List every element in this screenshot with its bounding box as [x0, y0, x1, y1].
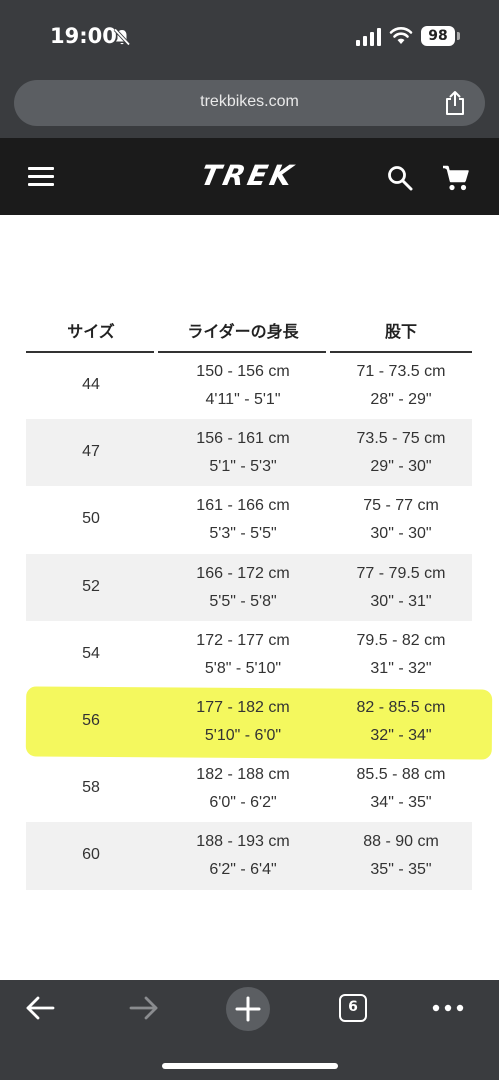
inseam-cm: 85.5 - 88 cm — [356, 766, 446, 784]
address-bar[interactable]: trekbikes.com — [14, 80, 485, 126]
height-ft: 5'1" - 5'3" — [209, 458, 277, 476]
height-cm: 150 - 156 cm — [196, 363, 290, 380]
column-header-inseam: 股下 — [384, 322, 417, 341]
height-cm: 161 - 166 cm — [196, 497, 290, 515]
size-value: 52 — [82, 577, 100, 595]
browser-top-chrome: 19:00 98 trekbikes.com — [0, 0, 499, 138]
size-value: 54 — [82, 644, 100, 662]
height-ft: 5'10" - 6'0" — [204, 726, 282, 744]
table-header: サイズ ライダーの身長 股下 — [26, 310, 472, 353]
height-ft: 5'3" - 5'5" — [209, 525, 277, 543]
size-value: 47 — [82, 443, 100, 461]
height-cm: 172 - 177 cm — [196, 631, 290, 649]
inseam-cm: 73.5 - 75 cm — [356, 430, 446, 448]
inseam-in: 29" - 30" — [370, 458, 432, 476]
table-row: 60 188 - 193 cm 6'2" - 6'4" 88 - 90 cm 3… — [26, 822, 472, 890]
home-indicator — [162, 1063, 338, 1069]
url-text[interactable]: trekbikes.com — [14, 93, 485, 111]
inseam-cm: 71 - 73.5 cm — [356, 363, 446, 380]
height-cm: 177 - 182 cm — [196, 698, 290, 716]
plus-icon — [235, 996, 261, 1022]
column-header-size: サイズ — [67, 322, 115, 341]
table-row: 54 172 - 177 cm 5'8" - 5'10" 79.5 - 82 c… — [26, 621, 472, 688]
inseam-cm: 88 - 90 cm — [363, 833, 439, 851]
height-cm: 166 - 172 cm — [196, 564, 290, 582]
size-value: 56 — [82, 711, 100, 729]
inseam-in: 30" - 31" — [370, 592, 432, 610]
height-ft: 6'0" - 6'2" — [209, 794, 277, 812]
tab-switcher-button[interactable]: 6 — [339, 994, 367, 1022]
table-row: 58 182 - 188 cm 6'0" - 6'2" 85.5 - 88 cm… — [26, 755, 472, 822]
inseam-in: 32" - 34" — [370, 726, 432, 744]
inseam-cm: 82 - 85.5 cm — [356, 698, 446, 716]
cellular-signal-icon — [356, 28, 381, 46]
inseam-in: 30" - 30" — [370, 525, 432, 543]
size-value: 44 — [82, 376, 100, 393]
height-ft: 5'8" - 5'10" — [204, 659, 282, 677]
search-icon[interactable] — [386, 164, 414, 192]
height-ft: 5'5" - 5'8" — [209, 592, 277, 610]
height-ft: 4'11" - 5'1" — [205, 391, 281, 408]
table-row-highlighted: 56 177 - 182 cm 5'10" - 6'0" 82 - 85.5 c… — [26, 688, 472, 755]
table-row: 44 150 - 156 cm 4'11" - 5'1" 71 - 73.5 c… — [26, 352, 472, 419]
hamburger-menu-icon[interactable] — [28, 167, 54, 187]
bell-muted-icon — [113, 28, 131, 46]
share-icon[interactable] — [443, 90, 467, 116]
browser-bottom-toolbar: 6 — [0, 980, 499, 1080]
height-cm: 156 - 161 cm — [196, 430, 290, 448]
battery-level: 98 — [428, 28, 448, 44]
table-row: 50 161 - 166 cm 5'3" - 5'5" 75 - 77 cm 3… — [26, 486, 472, 553]
forward-arrow-icon[interactable] — [128, 994, 160, 1022]
new-tab-button[interactable] — [226, 987, 270, 1031]
wifi-icon — [389, 27, 413, 44]
column-header-rider-height: ライダーの身長 — [187, 322, 299, 341]
cart-icon[interactable] — [441, 163, 471, 193]
site-header: TREK — [0, 138, 499, 215]
inseam-in: 34" - 35" — [370, 794, 432, 812]
inseam-cm: 79.5 - 82 cm — [356, 631, 446, 649]
battery-indicator: 98 — [421, 26, 455, 46]
trek-logo[interactable]: TREK — [173, 159, 323, 192]
more-options-icon[interactable] — [432, 1004, 464, 1012]
inseam-in: 28" - 29" — [370, 391, 432, 408]
size-value: 60 — [82, 846, 100, 864]
size-value: 50 — [82, 510, 100, 528]
status-bar: 19:00 98 — [0, 0, 499, 72]
inseam-in: 31" - 32" — [370, 659, 432, 677]
height-cm: 188 - 193 cm — [196, 833, 290, 851]
size-value: 58 — [82, 779, 100, 797]
inseam-cm: 77 - 79.5 cm — [356, 564, 446, 582]
battery-tip — [457, 32, 460, 40]
inseam-in: 35" - 35" — [370, 861, 432, 879]
size-chart-table: サイズ ライダーの身長 股下 44 150 - 156 cm 4'11" - 5… — [26, 310, 472, 890]
logo-text: TREK — [197, 159, 299, 192]
back-arrow-icon[interactable] — [24, 994, 56, 1022]
table-row: 52 166 - 172 cm 5'5" - 5'8" 77 - 79.5 cm… — [26, 553, 472, 621]
height-cm: 182 - 188 cm — [196, 766, 290, 784]
inseam-cm: 75 - 77 cm — [363, 497, 439, 515]
height-ft: 6'2" - 6'4" — [209, 861, 277, 879]
table-row: 47 156 - 161 cm 5'1" - 5'3" 73.5 - 75 cm… — [26, 419, 472, 487]
status-time: 19:00 — [50, 24, 117, 48]
